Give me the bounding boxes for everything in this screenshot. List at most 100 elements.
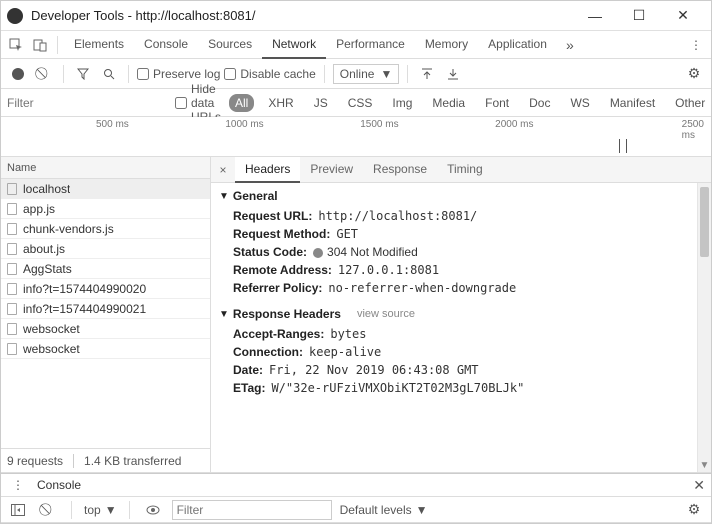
close-button[interactable]: ✕ — [661, 1, 705, 31]
request-row[interactable]: websocket — [1, 339, 210, 359]
request-name: about.js — [23, 242, 65, 256]
preserve-log-label: Preserve log — [153, 67, 220, 81]
request-row[interactable]: localhost — [1, 179, 210, 199]
context-select[interactable]: top ▼ — [84, 503, 117, 517]
request-row[interactable]: AggStats — [1, 259, 210, 279]
filter-type-font[interactable]: Font — [479, 94, 515, 112]
network-toolbar: ⃠ Preserve log Disable cache Online ▼ ⚙ — [1, 59, 711, 89]
filter-row: Hide data URLs AllXHRJSCSSImgMediaFontDo… — [1, 89, 711, 117]
chevron-down-icon: ▼ — [105, 503, 117, 517]
caret-down-icon: ▼ — [219, 191, 229, 202]
requests-count: 9 requests — [7, 454, 63, 468]
log-levels-select[interactable]: Default levels ▼ — [340, 503, 428, 517]
kebab-menu-icon[interactable]: ⋮ — [685, 34, 707, 56]
panel-tab-console[interactable]: Console — [134, 31, 198, 59]
details-body: ▼General Request URL:http://localhost:80… — [211, 183, 711, 472]
clear-icon[interactable]: ⃠ — [33, 63, 55, 85]
settings-gear-icon[interactable]: ⚙ — [683, 63, 705, 85]
scroll-down-icon[interactable]: ▼ — [698, 458, 711, 472]
timeline-tick: 2500 ms — [682, 119, 704, 141]
filter-type-doc[interactable]: Doc — [523, 94, 556, 112]
device-toolbar-icon[interactable] — [29, 34, 51, 56]
timeline-overview[interactable]: 500 ms1000 ms1500 ms2000 ms2500 ms — [1, 117, 711, 157]
filter-type-manifest[interactable]: Manifest — [604, 94, 661, 112]
export-har-icon[interactable] — [442, 63, 464, 85]
filter-type-img[interactable]: Img — [386, 94, 418, 112]
request-row[interactable]: about.js — [1, 239, 210, 259]
request-name: info?t=1574404990020 — [23, 282, 146, 296]
file-icon — [7, 243, 17, 255]
filter-type-other[interactable]: Other — [669, 94, 711, 112]
request-row[interactable]: chunk-vendors.js — [1, 219, 210, 239]
request-row[interactable]: app.js — [1, 199, 210, 219]
throttling-select[interactable]: Online ▼ — [333, 64, 400, 84]
panel-tabs: ElementsConsoleSourcesNetworkPerformance… — [1, 31, 711, 59]
filter-type-xhr[interactable]: XHR — [262, 94, 299, 112]
connection-value: keep-alive — [309, 345, 381, 359]
close-details-icon[interactable]: × — [211, 163, 235, 177]
filter-type-js[interactable]: JS — [308, 94, 334, 112]
panel-tab-sources[interactable]: Sources — [198, 31, 262, 59]
panel-tab-memory[interactable]: Memory — [415, 31, 478, 59]
preserve-log-checkbox[interactable]: Preserve log — [137, 67, 220, 81]
details-tab-headers[interactable]: Headers — [235, 157, 300, 183]
separator — [129, 501, 130, 519]
request-list-header[interactable]: Name — [1, 157, 210, 179]
response-headers-title[interactable]: ▼Response Headersview source — [219, 307, 701, 321]
panel-tab-network[interactable]: Network — [262, 31, 326, 59]
remote-address-key: Remote Address: — [233, 263, 332, 277]
record-button[interactable] — [7, 63, 29, 85]
inspect-element-icon[interactable] — [5, 34, 27, 56]
kebab-menu-icon[interactable]: ⋮ — [7, 474, 29, 496]
console-filter-input[interactable] — [172, 500, 332, 520]
general-section-title[interactable]: ▼General — [219, 189, 701, 203]
clear-console-icon[interactable]: ⃠ — [37, 499, 59, 521]
etag-key: ETag: — [233, 381, 265, 395]
request-row[interactable]: info?t=1574404990021 — [1, 299, 210, 319]
status-code-key: Status Code: — [233, 245, 307, 259]
accept-ranges-key: Accept-Ranges: — [233, 327, 324, 341]
panel-tab-performance[interactable]: Performance — [326, 31, 415, 59]
request-method-key: Request Method: — [233, 227, 330, 241]
close-drawer-icon[interactable]: ✕ — [693, 477, 705, 494]
request-name: chunk-vendors.js — [23, 222, 114, 236]
more-tabs-icon[interactable]: » — [559, 34, 581, 56]
console-drawer-title[interactable]: Console — [37, 478, 81, 492]
filter-type-media[interactable]: Media — [426, 94, 471, 112]
panel-tab-application[interactable]: Application — [478, 31, 557, 59]
file-icon — [7, 203, 17, 215]
console-toolbar: ⃠ top ▼ Default levels ▼ ⚙ — [1, 497, 711, 523]
chevron-down-icon: ▼ — [380, 67, 392, 81]
console-sidebar-toggle-icon[interactable] — [7, 499, 29, 521]
separator — [128, 65, 129, 83]
request-row[interactable]: info?t=1574404990020 — [1, 279, 210, 299]
window-title: Developer Tools - http://localhost:8081/ — [31, 8, 573, 23]
panel-tab-elements[interactable]: Elements — [64, 31, 134, 59]
details-tab-timing[interactable]: Timing — [437, 157, 493, 183]
chevron-down-icon: ▼ — [416, 503, 428, 517]
minimize-button[interactable]: — — [573, 1, 617, 31]
disable-cache-checkbox[interactable]: Disable cache — [224, 67, 315, 81]
view-source-link[interactable]: view source — [357, 308, 415, 320]
scrollbar-thumb[interactable] — [700, 187, 709, 257]
app-icon — [7, 8, 23, 24]
filter-type-css[interactable]: CSS — [342, 94, 379, 112]
import-har-icon[interactable] — [416, 63, 438, 85]
details-tab-preview[interactable]: Preview — [300, 157, 363, 183]
request-url-key: Request URL: — [233, 209, 312, 223]
maximize-button[interactable]: ☐ — [617, 1, 661, 31]
request-row[interactable]: websocket — [1, 319, 210, 339]
console-settings-gear-icon[interactable]: ⚙ — [683, 499, 705, 521]
accept-ranges-value: bytes — [330, 327, 366, 341]
details-tab-response[interactable]: Response — [363, 157, 437, 183]
request-filter-input[interactable] — [7, 91, 167, 115]
details-scrollbar[interactable]: ▼ — [697, 183, 711, 472]
live-expression-icon[interactable] — [142, 499, 164, 521]
search-icon[interactable] — [98, 63, 120, 85]
referrer-policy-key: Referrer Policy: — [233, 281, 322, 295]
filter-toggle-icon[interactable] — [72, 63, 94, 85]
console-drawer-header: ⋮ Console ✕ — [1, 473, 711, 497]
filter-type-ws[interactable]: WS — [564, 94, 595, 112]
filter-type-all[interactable]: All — [229, 94, 254, 112]
file-icon — [7, 343, 17, 355]
